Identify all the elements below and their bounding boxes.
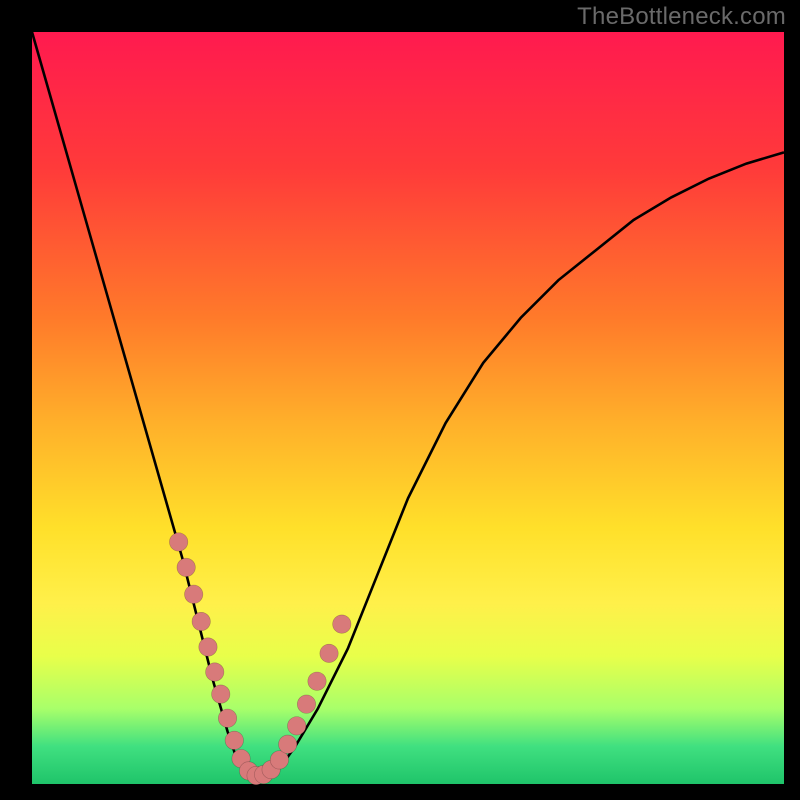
marker-dot — [192, 612, 210, 630]
marker-dot — [169, 533, 187, 551]
marker-dot — [199, 638, 217, 656]
marker-dot — [288, 717, 306, 735]
plot-area — [32, 32, 784, 784]
bottleneck-curve — [32, 32, 784, 776]
marker-dot — [184, 585, 202, 603]
marker-dot — [225, 731, 243, 749]
marker-dot — [212, 685, 230, 703]
marker-dot — [333, 615, 351, 633]
marker-dot — [278, 735, 296, 753]
marker-dot — [206, 663, 224, 681]
marker-dot — [177, 558, 195, 576]
marker-dot — [320, 644, 338, 662]
marker-dot — [297, 695, 315, 713]
chart-frame: TheBottleneck.com — [0, 0, 800, 800]
marker-group — [169, 533, 351, 785]
marker-dot — [308, 672, 326, 690]
watermark-text: TheBottleneck.com — [577, 3, 786, 31]
marker-dot — [218, 709, 236, 727]
curve-layer — [32, 32, 784, 784]
